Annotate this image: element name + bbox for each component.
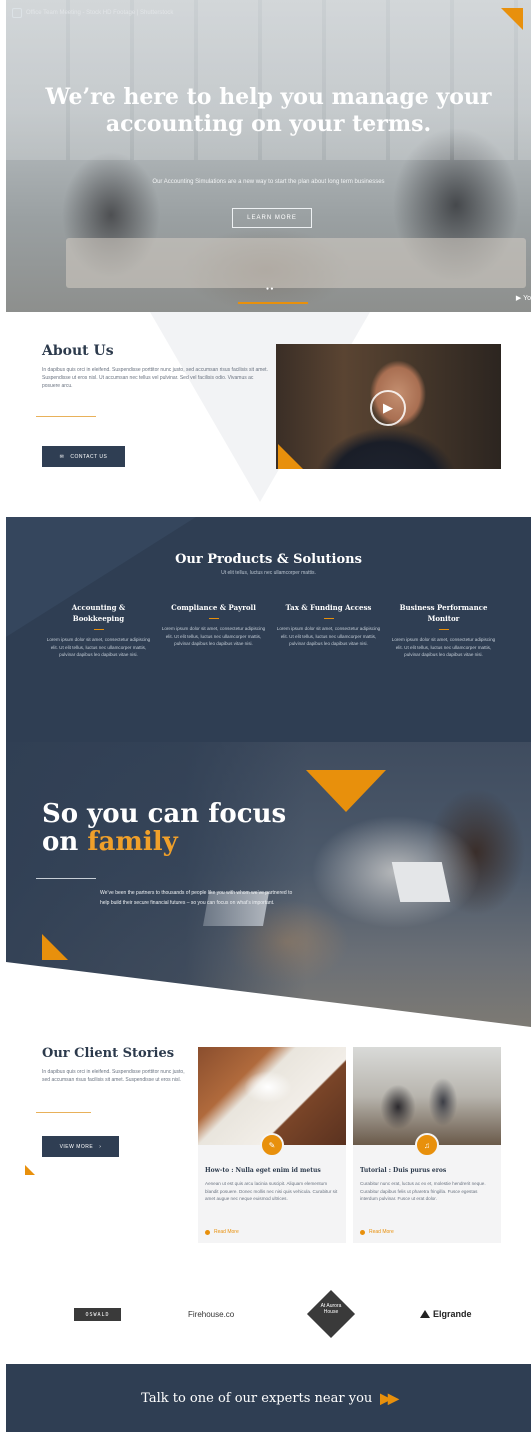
document-icon: ✎ bbox=[260, 1133, 284, 1157]
family-title-on: on bbox=[42, 827, 79, 857]
stories-text: In dapibus quis orci in eleifend. Suspen… bbox=[42, 1069, 185, 1083]
product-underline bbox=[438, 629, 449, 630]
youtube-icon[interactable]: ▶ Yo bbox=[516, 294, 531, 302]
family-accent-triangle bbox=[306, 770, 386, 812]
channel-logo-icon bbox=[12, 8, 22, 18]
play-icon[interactable]: ▶ bbox=[370, 390, 406, 426]
product-item: Business Performance Monitor Lorem ipsum… bbox=[391, 602, 496, 659]
view-more-label: VIEW MORE bbox=[59, 1143, 94, 1150]
family-divider bbox=[36, 878, 96, 879]
product-underline bbox=[208, 618, 219, 619]
video-title: Office Team Meeting - Stock HD Footage |… bbox=[26, 10, 174, 16]
story-card-title[interactable]: How-to : Nulla eget enim id metus bbox=[205, 1167, 321, 1174]
product-underline bbox=[323, 618, 334, 619]
cta-text[interactable]: Talk to one of our experts near you bbox=[141, 1391, 372, 1406]
story-card-title[interactable]: Tutorial : Duis purus eros bbox=[360, 1167, 446, 1174]
hero-accent-bar bbox=[238, 302, 308, 304]
stories-title: Our Client Stories bbox=[42, 1046, 175, 1061]
product-text: Lorem ipsum dolor sit amet, consectetur … bbox=[391, 637, 496, 657]
product-title: Tax & Funding Access bbox=[285, 603, 372, 612]
stories-divider bbox=[36, 1112, 91, 1113]
product-item: Accounting & Bookkeeping Lorem ipsum dol… bbox=[46, 602, 151, 659]
slider-dots[interactable]: ● ● bbox=[266, 286, 273, 292]
logo-oswald: OSWALD bbox=[74, 1308, 121, 1321]
hero-section: Office Team Meeting - Stock HD Footage |… bbox=[6, 0, 531, 312]
family-bottom-cut bbox=[6, 962, 531, 1027]
about-video[interactable]: ▶ bbox=[276, 344, 501, 469]
logo-aurora-house: At Aurora House bbox=[320, 1303, 342, 1315]
product-title: Compliance & Payroll bbox=[171, 603, 256, 612]
about-divider bbox=[36, 416, 96, 417]
product-title: Business Performance Monitor bbox=[399, 603, 488, 623]
products-title: Our Products & Solutions bbox=[175, 552, 362, 567]
read-more-label: Read More bbox=[214, 1229, 239, 1235]
learn-more-button[interactable]: LEARN MORE bbox=[232, 208, 312, 228]
family-section: So you can focus on family We’ve been th… bbox=[6, 742, 531, 1027]
stories-accent-triangle bbox=[25, 1165, 35, 1175]
products-subtitle: Ut elit tellus, luctus nec ullamcorper m… bbox=[221, 570, 316, 576]
background-laptop bbox=[391, 862, 451, 902]
family-title-accent: family bbox=[87, 827, 178, 857]
read-more-icon bbox=[205, 1229, 210, 1235]
story-card-text: Aenean ut est quis arcu lacinia suscipit… bbox=[205, 1181, 338, 1201]
story-card-image bbox=[198, 1047, 346, 1145]
read-more-icon bbox=[360, 1229, 365, 1235]
video-accent-triangle bbox=[278, 444, 304, 469]
family-left-triangle bbox=[42, 934, 68, 960]
mail-icon: ✉ bbox=[59, 453, 65, 460]
chevron-right-icon: › bbox=[99, 1143, 102, 1150]
story-card[interactable]: ✎ How-to : Nulla eget enim id metus Aene… bbox=[198, 1047, 346, 1243]
hero-title: We’re here to help you manage your accou… bbox=[45, 84, 492, 137]
view-more-button[interactable]: VIEW MORE › bbox=[42, 1136, 119, 1157]
read-more-link[interactable]: Read More bbox=[205, 1229, 239, 1235]
corner-accent-triangle bbox=[501, 8, 523, 30]
about-text: In dapibus quis orci in eleifend. Suspen… bbox=[42, 367, 268, 389]
read-more-label: Read More bbox=[369, 1229, 394, 1235]
product-item: Tax & Funding Access Lorem ipsum dolor s… bbox=[276, 602, 381, 648]
hero-subtitle: Our Accounting Simulations are a new way… bbox=[152, 179, 385, 185]
product-text: Lorem ipsum dolor sit amet, consectetur … bbox=[161, 626, 266, 646]
products-section: Our Products & Solutions Ut elit tellus,… bbox=[6, 517, 531, 742]
story-card-text: Curabitur nunc erat, luctus ac ex et, mo… bbox=[360, 1181, 486, 1201]
cta-banner[interactable]: Talk to one of our experts near you ▶▶ bbox=[6, 1364, 531, 1432]
product-underline bbox=[93, 629, 104, 630]
product-item: Compliance & Payroll Lorem ipsum dolor s… bbox=[161, 602, 266, 648]
product-text: Lorem ipsum dolor sit amet, consectetur … bbox=[46, 637, 151, 657]
about-title: About Us bbox=[42, 343, 114, 359]
video-topbar: Office Team Meeting - Stock HD Footage |… bbox=[12, 8, 173, 18]
double-arrow-icon[interactable]: ▶▶ bbox=[380, 1390, 398, 1407]
contact-us-button[interactable]: ✉ CONTACT US bbox=[42, 446, 125, 467]
logo-firehouse: Firehouse.co bbox=[188, 1310, 235, 1319]
elgrande-icon bbox=[420, 1310, 430, 1318]
product-title: Accounting & Bookkeeping bbox=[71, 603, 126, 623]
story-card-image bbox=[353, 1047, 501, 1145]
headphones-icon: ♫ bbox=[415, 1133, 439, 1157]
read-more-link[interactable]: Read More bbox=[360, 1229, 394, 1235]
logo-elgrande-label: Elgrande bbox=[433, 1309, 472, 1319]
story-card[interactable]: ♫ Tutorial : Duis purus eros Curabitur n… bbox=[353, 1047, 501, 1243]
contact-us-label: CONTACT US bbox=[70, 453, 108, 460]
family-title-line1: So you can focus bbox=[42, 799, 287, 829]
family-title: So you can focus on family bbox=[42, 800, 286, 856]
family-text: We’ve been the partners to thousands of … bbox=[100, 890, 293, 906]
logo-elgrande: Elgrande bbox=[420, 1309, 472, 1319]
hero-background-table bbox=[66, 238, 526, 288]
youtube-label: Yo bbox=[523, 295, 531, 302]
product-text: Lorem ipsum dolor sit amet, consectetur … bbox=[276, 626, 381, 646]
